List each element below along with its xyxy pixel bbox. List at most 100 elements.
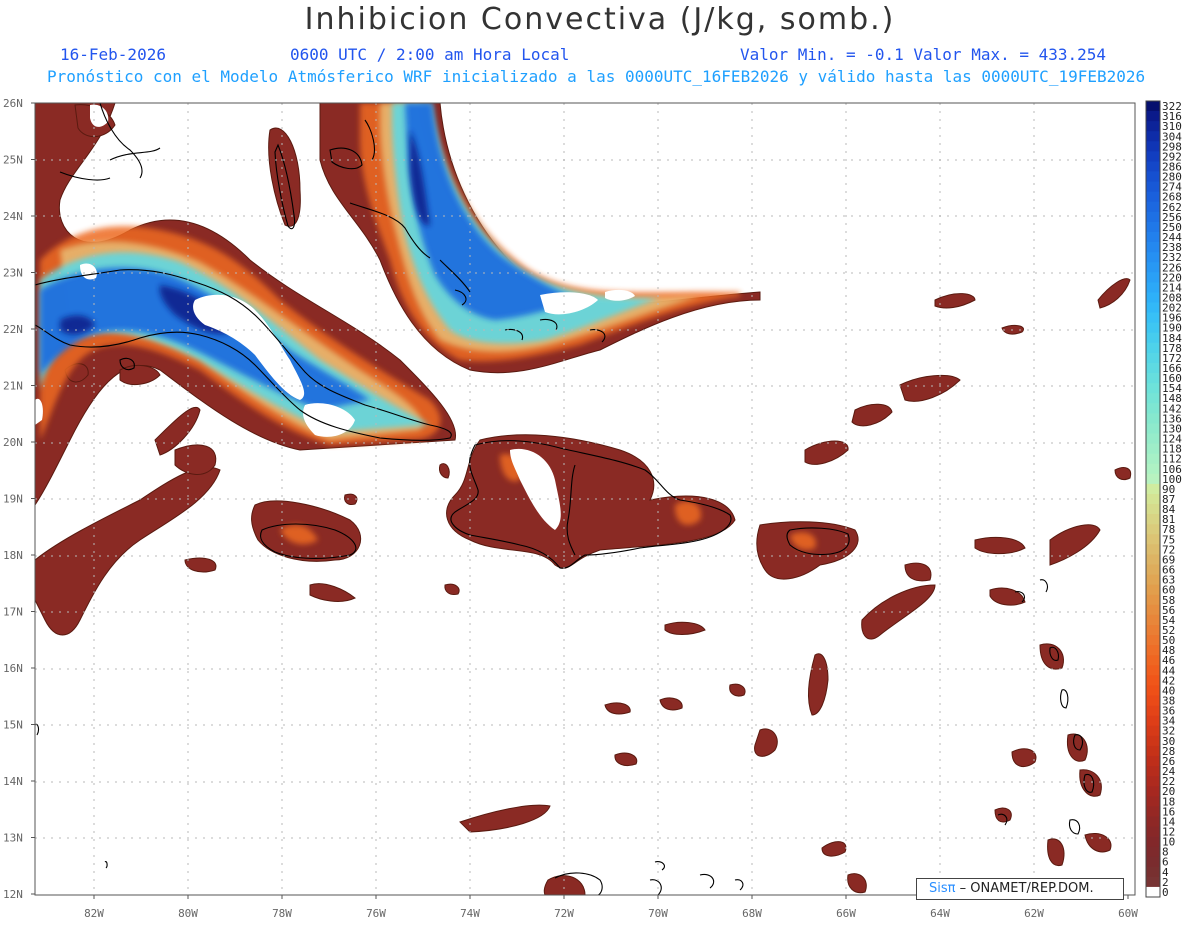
colorbar-swatch [1146,635,1160,646]
colorbar-swatch [1146,483,1160,495]
colorbar-swatch [1146,362,1160,374]
colorbar-swatch [1146,735,1160,747]
colorbar-swatch [1146,272,1160,283]
lon-tick-label: 80W [178,907,198,920]
lon-tick-label: 76W [366,907,386,920]
colorbar-swatch [1146,776,1160,787]
colorbar-swatch [1146,524,1160,535]
colorbar-swatch [1146,131,1160,142]
colorbar-swatch [1146,544,1160,555]
lat-tick-label: 18N [3,549,23,562]
lat-tick-label: 26N [3,97,23,110]
lon-tick-label: 72W [554,907,574,920]
colorbar-swatch [1146,393,1160,404]
lat-tick-label: 14N [3,775,23,788]
colorbar-swatch [1146,624,1160,636]
lat-tick-label: 19N [3,493,23,506]
colorbar-swatch [1146,695,1160,706]
colorbar-swatch [1146,292,1160,303]
colorbar-swatch [1146,846,1160,858]
colorbar-swatch [1146,866,1160,878]
colorbar-swatch [1146,786,1160,797]
colorbar-swatch [1146,816,1160,827]
lat-tick-label: 25N [3,154,23,167]
lat-tick-label: 21N [3,380,23,393]
colorbar-swatch [1146,604,1160,616]
colorbar-swatch [1146,473,1160,485]
lat-tick-label: 22N [3,323,23,336]
colorbar: 3223163103042982922862802742682622562502… [1145,100,1182,899]
lon-tick-label: 62W [1024,907,1044,920]
lat-tick-label: 15N [3,719,23,732]
colorbar-swatch [1146,504,1160,515]
colorbar-swatch [1146,534,1160,545]
colorbar-swatch [1146,342,1160,354]
colorbar-swatch [1146,584,1160,596]
colorbar-swatch [1146,262,1160,273]
colorbar-swatch [1146,675,1160,686]
colorbar-swatch [1146,886,1160,898]
colorbar-swatch [1146,836,1160,848]
colorbar-swatch [1146,594,1160,606]
credit-org: – ONAMET/REP.DOM. [955,881,1094,896]
colorbar-swatch [1146,413,1160,424]
colorbar-swatch [1146,352,1160,364]
colorbar-swatch [1146,685,1160,696]
colorbar-swatch [1146,101,1160,112]
colorbar-swatch [1146,614,1160,626]
colorbar-swatch [1146,221,1160,233]
colorbar-swatch [1146,191,1160,203]
forecast-map: 26N 25N 24N 23N 22N 21N 20N 19N 18N 17N 16N 15N 14N 1… [3,97,1182,920]
lon-tick-label: 74W [460,907,480,920]
lon-tick-label: 64W [930,907,950,920]
colorbar-swatch [1146,766,1160,777]
lat-tick-label: 23N [3,267,23,280]
colorbar-label: 0 [1162,886,1169,899]
colorbar-swatch [1146,453,1160,465]
colorbar-swatch [1146,856,1160,868]
colorbar-swatch [1146,655,1160,666]
colorbar-swatch [1146,705,1160,717]
lat-tick-label: 17N [3,606,23,619]
lon-tick-label: 66W [836,907,856,920]
credit-box: Sisπ – ONAMET/REP.DOM. [916,878,1124,900]
colorbar-swatch [1146,312,1160,324]
lat-tick-label: 16N [3,662,23,675]
lon-tick-label: 78W [272,907,292,920]
lon-tick-label: 70W [648,907,668,920]
colorbar-swatch [1146,876,1160,888]
colorbar-swatch [1146,574,1160,586]
colorbar-swatch [1146,403,1160,414]
colorbar-swatch [1146,332,1160,344]
lon-tick-label: 60W [1118,907,1138,920]
colorbar-swatch [1146,211,1160,223]
colorbar-swatch [1146,201,1160,213]
colorbar-swatch [1146,242,1160,253]
lat-tick-label: 20N [3,436,23,449]
colorbar-swatch [1146,282,1160,293]
lat-tick-label: 12N [3,888,23,901]
colorbar-swatch [1146,231,1160,243]
colorbar-swatch [1146,383,1160,394]
colorbar-swatch [1146,302,1160,313]
colorbar-swatch [1146,141,1160,152]
colorbar-swatch [1146,171,1160,183]
colorbar-swatch [1146,252,1160,263]
colorbar-swatch [1146,121,1160,132]
lat-tick-label: 24N [3,210,23,223]
colorbar-swatch [1146,443,1160,455]
colorbar-swatch [1146,745,1160,757]
colorbar-swatch [1146,725,1160,737]
sisp-logo: Sisπ [929,881,956,896]
colorbar-swatch [1146,111,1160,122]
colorbar-swatch [1146,373,1160,384]
colorbar-swatch [1146,151,1160,162]
colorbar-swatch [1146,645,1160,656]
colorbar-swatch [1146,423,1160,434]
colorbar-swatch [1146,564,1160,575]
colorbar-swatch [1146,796,1160,807]
colorbar-swatch [1146,161,1160,172]
lon-tick-label: 68W [742,907,762,920]
colorbar-swatch [1146,826,1160,837]
latitude-axis: 26N 25N 24N 23N 22N 21N 20N 19N 18N 17N 16N 15N 14N 1… [3,97,35,901]
